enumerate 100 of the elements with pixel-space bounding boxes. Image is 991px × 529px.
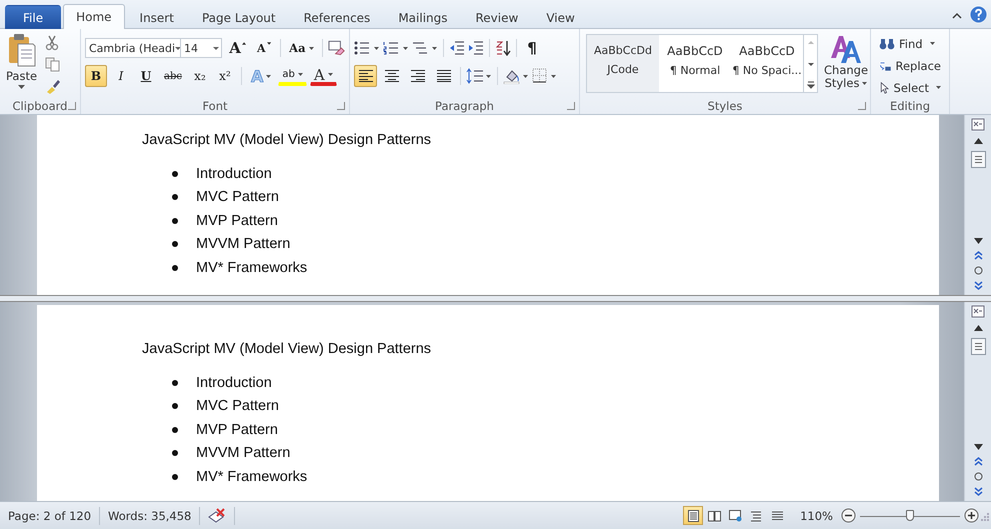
page-count[interactable]: Page: 2 of 120 xyxy=(0,506,100,524)
split-icon[interactable] xyxy=(971,305,985,318)
zoom-out-icon[interactable] xyxy=(841,508,856,523)
numbering-icon[interactable] xyxy=(383,41,409,55)
previous-page-icon[interactable] xyxy=(974,457,982,466)
multilevel-list-icon[interactable] xyxy=(412,41,438,55)
open-book-icon xyxy=(708,510,721,522)
increase-indent-icon[interactable] xyxy=(468,41,484,55)
zoom-slider-thumb[interactable] xyxy=(906,510,914,520)
highlight-button[interactable]: ab xyxy=(278,66,307,86)
bullets-icon[interactable] xyxy=(354,41,380,55)
view-button[interactable] xyxy=(683,506,704,525)
ribbon-tab[interactable]: Mailings xyxy=(385,5,460,29)
ribbon-tab[interactable]: File xyxy=(5,5,62,29)
caret-icon xyxy=(308,46,314,50)
shrink-font-button[interactable]: A xyxy=(252,37,275,59)
ribbon-tab[interactable]: View xyxy=(533,5,588,29)
format-button[interactable]: x² xyxy=(214,65,236,87)
format-button[interactable]: B xyxy=(85,65,107,87)
scroll-up-icon[interactable] xyxy=(972,137,984,145)
caret-icon xyxy=(930,42,935,45)
next-page-icon[interactable] xyxy=(974,487,982,496)
align-button[interactable] xyxy=(354,65,377,87)
style-item[interactable]: AaBbCcD ¶ No Spaci... xyxy=(731,35,803,92)
decrease-indent-icon[interactable] xyxy=(449,41,465,55)
vertical-scrollbar[interactable] xyxy=(964,302,991,501)
format-button[interactable]: U xyxy=(135,65,157,87)
copy-icon[interactable] xyxy=(45,57,60,72)
find-button[interactable]: Find xyxy=(877,34,943,53)
caret-icon xyxy=(936,86,941,89)
zoom-in-icon[interactable] xyxy=(964,508,979,523)
browse-object-icon[interactable] xyxy=(974,472,982,481)
cut-icon[interactable] xyxy=(45,35,60,51)
proofing-icon[interactable] xyxy=(208,508,226,523)
dialog-launcher-icon[interactable] xyxy=(337,102,345,110)
list-item: MVC Pattern xyxy=(196,189,279,206)
bullet-icon xyxy=(172,218,178,224)
style-item[interactable]: AaBbCcDd JCode xyxy=(587,35,659,92)
caret-icon xyxy=(266,42,271,45)
bullet-icon xyxy=(172,194,178,200)
align-right-icon xyxy=(410,70,424,82)
line-spacing-icon[interactable] xyxy=(466,68,492,84)
font-size-field[interactable]: 14 xyxy=(180,38,222,58)
font-name-field[interactable]: Cambria (Headi xyxy=(85,38,181,58)
next-page-icon[interactable] xyxy=(974,281,982,290)
paste-button[interactable]: Paste xyxy=(4,33,40,98)
ribbon-tab[interactable]: Page Layout xyxy=(188,5,289,29)
format-button[interactable]: I xyxy=(110,65,132,87)
scroll-thumb[interactable] xyxy=(970,151,986,168)
bullet-icon xyxy=(172,403,178,410)
caret-icon xyxy=(298,73,303,76)
bullet-icon xyxy=(172,241,178,248)
ribbon-tab[interactable]: Home xyxy=(63,4,125,29)
format-button[interactable]: abc xyxy=(160,65,186,87)
collapse-ribbon-icon[interactable] xyxy=(952,12,962,20)
clipboard-icon xyxy=(6,33,37,67)
list-item: MV* Frameworks xyxy=(196,260,308,276)
zoom-level[interactable]: 110% xyxy=(800,508,833,522)
help-icon[interactable] xyxy=(970,6,987,23)
scroll-up-icon[interactable] xyxy=(972,324,984,332)
ribbon-tab[interactable]: Review xyxy=(462,5,532,29)
caret-icon xyxy=(862,82,868,85)
scroll-thumb[interactable] xyxy=(970,338,986,355)
list-item: MVVM Pattern xyxy=(196,236,290,252)
dialog-launcher-icon[interactable] xyxy=(68,102,76,110)
show-formatting-button[interactable]: ¶ xyxy=(522,37,542,59)
ribbon-tab[interactable]: Insert xyxy=(126,5,187,29)
bullet-icon xyxy=(172,474,178,480)
caret-up-icon xyxy=(242,42,246,45)
format-painter-icon[interactable] xyxy=(45,78,62,94)
pane-splitter[interactable] xyxy=(0,295,991,302)
group-label: Paragraph xyxy=(435,99,494,113)
list-item: MVP Pattern xyxy=(196,212,278,229)
sort-icon[interactable] xyxy=(495,40,511,56)
font-color-button[interactable]: A xyxy=(310,66,337,86)
ribbon-tab[interactable]: References xyxy=(290,5,384,29)
change-styles-button[interactable]: Change Styles xyxy=(822,34,870,98)
scroll-down-icon[interactable] xyxy=(972,237,984,245)
resize-grip-icon[interactable] xyxy=(979,510,989,520)
format-button[interactable]: x₂ xyxy=(188,65,211,87)
select-button[interactable]: Select xyxy=(877,78,943,97)
style-item[interactable]: AaBbCcD ¶ Normal xyxy=(659,35,731,92)
list-item: Introduction xyxy=(196,374,272,391)
clear-formatting-icon[interactable] xyxy=(328,40,346,56)
list-item: Introduction xyxy=(196,166,272,182)
browse-object-icon[interactable] xyxy=(974,266,982,275)
vertical-scrollbar[interactable] xyxy=(964,115,991,295)
shading-icon[interactable] xyxy=(503,68,529,84)
scroll-down-icon[interactable] xyxy=(972,443,984,451)
styles-letters-icon xyxy=(830,34,862,64)
split-icon[interactable] xyxy=(971,118,985,131)
replace-button[interactable]: Replace xyxy=(877,56,943,75)
change-case-button[interactable]: Aa xyxy=(286,37,317,59)
previous-page-icon[interactable] xyxy=(974,251,982,260)
dialog-launcher-icon[interactable] xyxy=(858,102,866,110)
borders-icon[interactable] xyxy=(532,68,558,84)
grow-font-button[interactable]: A xyxy=(225,37,250,59)
bullet-icon xyxy=(172,264,178,271)
dialog-launcher-icon[interactable] xyxy=(567,102,575,110)
word-count[interactable]: Words: 35,458 xyxy=(100,506,200,524)
